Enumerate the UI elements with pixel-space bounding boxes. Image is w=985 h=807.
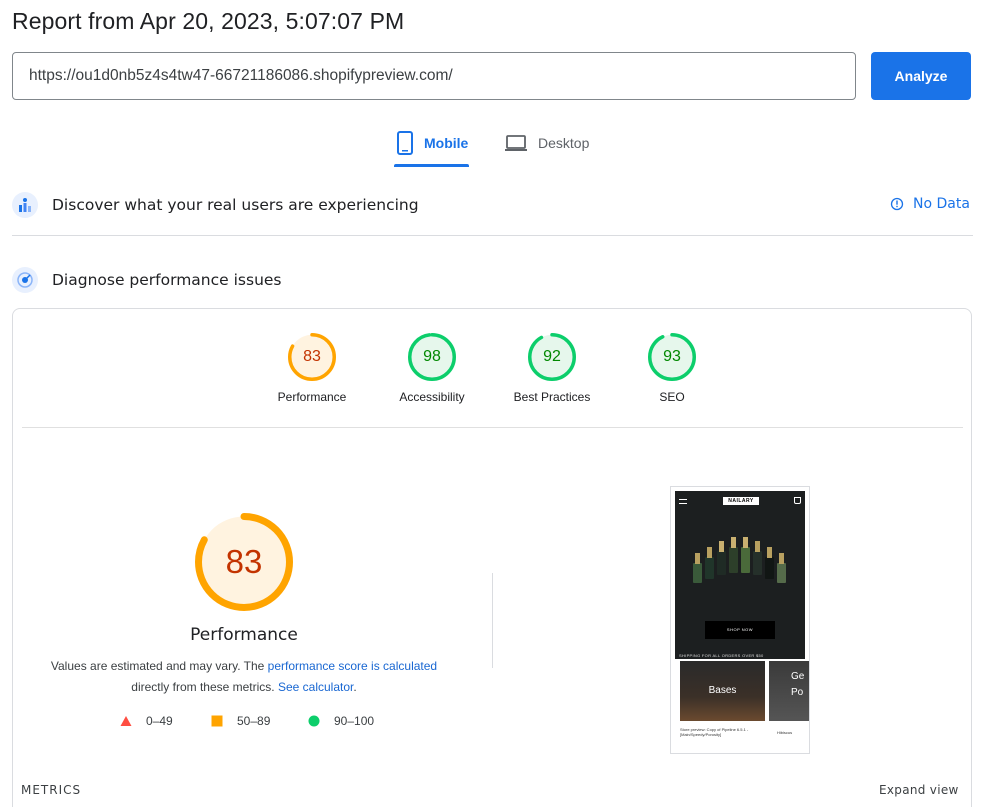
url-input[interactable] (12, 52, 856, 100)
tab-mobile-label: Mobile (424, 135, 469, 151)
field-data-title: Discover what your real users are experi… (52, 196, 419, 214)
score-accessibility[interactable]: 98 Accessibility (377, 332, 487, 404)
info-icon (890, 197, 904, 211)
legend-label: 0–49 (146, 714, 173, 728)
expand-view-button[interactable]: Expand view (879, 783, 959, 797)
score-performance[interactable]: 83 Performance (257, 332, 367, 404)
store-brand: NAILARY (723, 497, 759, 505)
legend-pass: 90–100 (308, 714, 374, 728)
score-label: SEO (659, 390, 685, 404)
hero-image: NAILARY SHOP NOW SHIPPING FOR ALL ORDERS… (675, 491, 805, 659)
laptop-icon (505, 135, 527, 151)
shipping-banner: SHIPPING FOR ALL ORDERS OVER $50 (679, 653, 764, 658)
mobile-phone-icon (397, 131, 413, 155)
note-text: Values are estimated and may vary. The (50, 659, 268, 673)
score-calculated-link[interactable]: performance score is calculated (268, 659, 437, 673)
square-icon (211, 715, 223, 727)
performance-title: Performance (190, 625, 298, 645)
legend-label: 90–100 (334, 714, 375, 728)
tab-desktop-label: Desktop (538, 135, 590, 151)
tab-desktop[interactable]: Desktop (501, 128, 592, 168)
no-data-label: No Data (913, 196, 970, 212)
score-label: Best Practices (513, 390, 591, 404)
score-value: 83 (303, 348, 321, 365)
score-value: 98 (423, 348, 441, 365)
see-calculator-link[interactable]: See calculator (278, 680, 353, 694)
lab-data-title: Diagnose performance issues (52, 271, 282, 289)
no-data-link[interactable]: No Data (890, 196, 970, 212)
product-caption: Hibiscus (777, 730, 793, 735)
score-value: 92 (543, 348, 561, 365)
store-preview-caption: Store preview: Copy of Pipeline 6.5.1 - … (680, 727, 749, 737)
users-chart-icon (12, 192, 38, 218)
score-label: Performance (277, 390, 347, 404)
score-value: 93 (663, 348, 681, 365)
circle-icon (308, 715, 320, 727)
diagnose-icon (12, 267, 38, 293)
note-text: . (353, 680, 357, 694)
performance-score-value: 83 (225, 543, 263, 580)
nail-polish-bottles-image (693, 537, 786, 583)
bases-tile: Bases (680, 661, 765, 721)
report-card (12, 308, 972, 807)
score-best-practices[interactable]: 92 Best Practices (497, 332, 607, 404)
menu-icon (679, 499, 687, 504)
metrics-heading: METRICS (21, 783, 82, 797)
score-seo[interactable]: 93 SEO (617, 332, 727, 404)
analyze-button[interactable]: Analyze (871, 52, 971, 100)
performance-note: Values are estimated and may vary. The p… (40, 656, 448, 698)
triangle-icon (120, 716, 132, 726)
tile-label: Bases (708, 685, 737, 696)
score-label: Accessibility (399, 390, 465, 404)
tab-mobile[interactable]: Mobile (393, 128, 471, 168)
scores-divider (22, 427, 963, 428)
legend-fail: 0–49 (120, 714, 173, 728)
tile-label: Ge (791, 671, 805, 682)
section-divider (12, 235, 973, 236)
shop-now-button: SHOP NOW (705, 621, 775, 639)
vertical-divider (492, 573, 493, 668)
legend-average: 50–89 (211, 714, 270, 728)
report-title: Report from Apr 20, 2023, 5:07:07 PM (12, 8, 405, 34)
note-text: directly from these metrics. (131, 680, 275, 694)
tile-label: Po (791, 687, 804, 698)
tab-selected-indicator (394, 164, 469, 167)
final-screenshot: NAILARY SHOP NOW SHIPPING FOR ALL ORDERS… (670, 486, 810, 754)
cart-icon (794, 497, 801, 504)
legend-label: 50–89 (237, 714, 271, 728)
gel-polish-tile: Ge Po (769, 661, 809, 721)
